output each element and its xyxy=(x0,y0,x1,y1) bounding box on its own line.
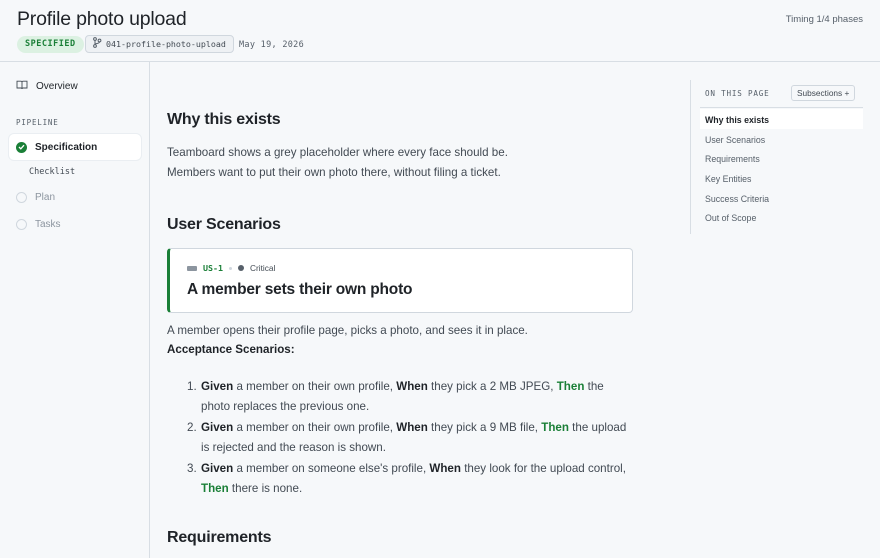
when-keyword: When xyxy=(429,462,461,475)
given-keyword: Given xyxy=(201,421,234,434)
sidebar-item-tasks[interactable]: Tasks xyxy=(16,219,61,230)
branch-name: 041-profile-photo-upload xyxy=(106,39,226,49)
sidebar: Overview PIPELINE Specification Checklis… xyxy=(0,62,150,558)
toc-item-why-this-exists[interactable]: Why this exists xyxy=(705,115,769,125)
when-text: they look for the upload control, xyxy=(460,462,626,475)
branch-chip[interactable]: 041-profile-photo-upload xyxy=(85,35,234,53)
page-header: Profile photo upload SPECIFIED 041-profi… xyxy=(0,0,880,62)
list-item-number: 3. xyxy=(187,462,197,475)
sidebar-item-plan[interactable]: Plan xyxy=(16,192,55,203)
toc-item-key-entities[interactable]: Key Entities xyxy=(705,174,751,184)
when-keyword: When xyxy=(396,380,428,393)
toc-item-success-criteria[interactable]: Success Criteria xyxy=(705,194,769,204)
sidebar-item-label: Tasks xyxy=(35,219,61,230)
sidebar-item-label: Plan xyxy=(35,192,56,203)
then-keyword: Then xyxy=(541,421,569,434)
user-story-card: US-1 Critical A member sets their own ph… xyxy=(167,248,633,313)
toc-item-out-of-scope[interactable]: Out of Scope xyxy=(705,213,756,223)
list-item: 1. Given a member on their own profile, … xyxy=(187,377,627,416)
list-item-text: Given a member on their own profile, Whe… xyxy=(201,377,627,416)
pending-circle-icon xyxy=(16,219,27,230)
given-text: a member on their own profile, xyxy=(233,421,397,434)
acceptance-heading: Acceptance Scenarios: xyxy=(167,343,295,356)
given-text: a member on someone else's profile, xyxy=(233,462,430,475)
story-description: A member opens their profile page, picks… xyxy=(167,324,528,337)
spec-content: Why this exists Teamboard shows a grey p… xyxy=(150,62,690,558)
when-keyword: When xyxy=(396,421,428,434)
spec-date: May 19, 2026 xyxy=(239,40,305,50)
given-keyword: Given xyxy=(201,380,234,393)
toc-item-requirements[interactable]: Requirements xyxy=(705,154,760,164)
status-badge: SPECIFIED xyxy=(17,36,84,53)
sidebar-item-label: Specification xyxy=(35,141,98,153)
page-title: Profile photo upload xyxy=(17,8,187,30)
then-keyword: Then xyxy=(201,481,229,495)
given-text: a member on their own profile, xyxy=(233,380,397,393)
git-branch-icon xyxy=(92,35,102,53)
sidebar-item-label: Overview xyxy=(36,81,78,92)
toc-divider-line xyxy=(690,80,691,234)
book-icon xyxy=(16,80,28,93)
when-text: they pick a 2 MB JPEG, xyxy=(427,380,557,393)
story-title: A member sets their own photo xyxy=(187,281,413,298)
subsections-toggle-button[interactable]: Subsections + xyxy=(791,85,856,101)
section-heading-why: Why this exists xyxy=(167,111,281,128)
then-text: there is none. xyxy=(228,481,303,495)
why-line-2: Members want to put their own photo ther… xyxy=(167,166,501,179)
list-item-number: 2. xyxy=(187,421,197,434)
table-of-contents: ON THIS PAGE Subsections + Why this exis… xyxy=(690,62,880,558)
list-item-text: Given a member on someone else's profile… xyxy=(201,459,627,498)
list-item: 3. Given a member on someone else's prof… xyxy=(187,459,627,498)
list-item: 2. Given a member on their own profile, … xyxy=(187,418,627,457)
story-meta: US-1 Critical xyxy=(187,263,275,273)
priority-dot-icon xyxy=(237,265,244,271)
sidebar-item-specification[interactable]: Specification xyxy=(9,134,141,160)
toc-divider xyxy=(700,107,863,108)
story-priority: Critical xyxy=(249,263,276,273)
acceptance-list: 1. Given a member on their own profile, … xyxy=(187,377,627,500)
sidebar-item-checklist[interactable]: Checklist xyxy=(29,167,75,177)
toc-item-user-scenarios[interactable]: User Scenarios xyxy=(705,135,765,145)
when-text: they pick a 9 MB file, xyxy=(427,421,542,434)
toc-label: ON THIS PAGE xyxy=(705,89,770,98)
sidebar-item-overview[interactable]: Overview xyxy=(16,80,78,93)
list-item-number: 1. xyxy=(187,380,197,393)
story-id: US-1 xyxy=(203,263,223,273)
given-keyword: Given xyxy=(201,462,234,475)
section-heading-user-scenarios: User Scenarios xyxy=(167,216,281,233)
pipeline-section-label: PIPELINE xyxy=(16,118,59,127)
why-line-1: Teamboard shows a grey placeholder where… xyxy=(167,146,508,159)
pending-circle-icon xyxy=(16,192,27,203)
list-item-text: Given a member on their own profile, Whe… xyxy=(201,418,627,457)
then-keyword: Then xyxy=(556,380,585,393)
check-circle-icon xyxy=(16,141,27,153)
story-bar-icon xyxy=(187,265,197,271)
section-heading-requirements: Requirements xyxy=(167,529,272,546)
separator-dot xyxy=(228,266,232,270)
timing-indicator: Timing 1/4 phases xyxy=(785,14,863,25)
